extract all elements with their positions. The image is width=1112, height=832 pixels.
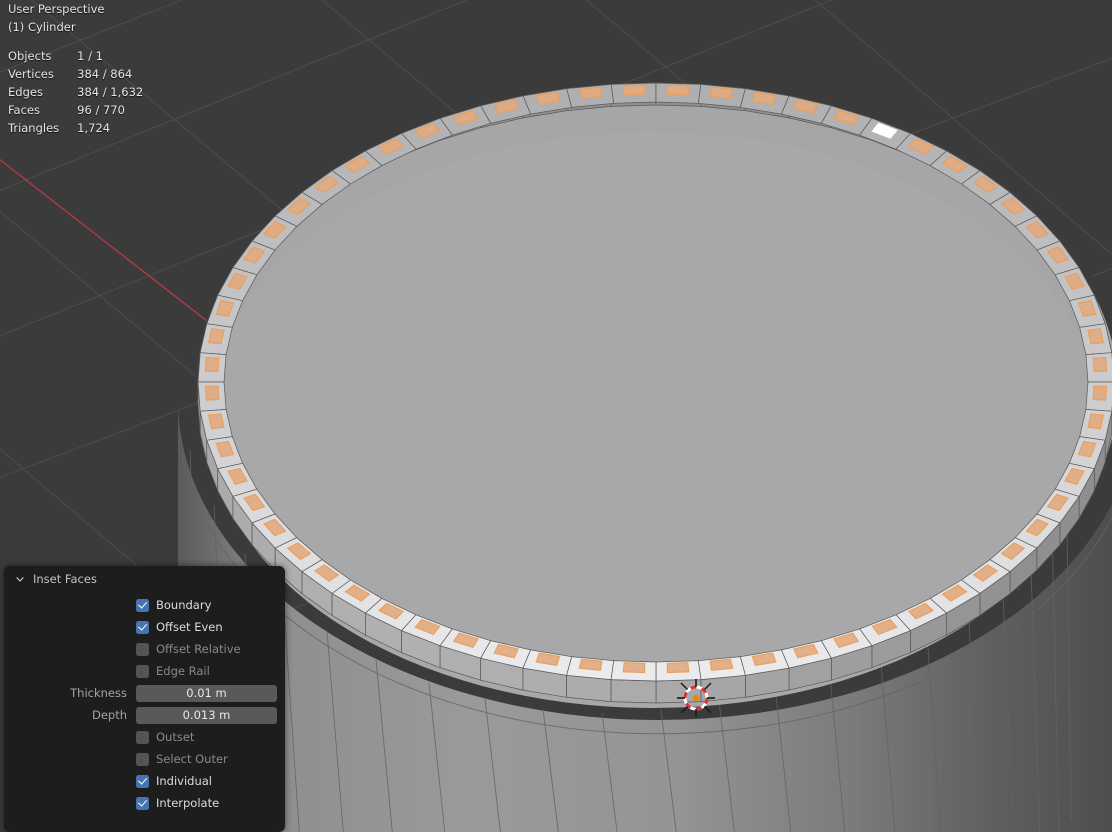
3d-cursor-icon xyxy=(677,679,715,717)
selected-inset-face xyxy=(578,658,603,671)
checkbox-row-outset[interactable]: Outset xyxy=(12,726,277,748)
checkbox-row-individual[interactable]: Individual xyxy=(12,770,277,792)
selected-inset-face xyxy=(207,413,225,430)
checkbox-edge-rail[interactable] xyxy=(136,664,149,678)
checkbox-offset-relative[interactable] xyxy=(136,642,149,656)
panel-header[interactable]: Inset Faces xyxy=(4,566,285,592)
checkbox-row-offset-relative[interactable]: Offset Relative xyxy=(12,638,277,660)
viewport-3d[interactable]: User Perspective (1) Cylinder Objects 1 /… xyxy=(0,0,1112,832)
checkbox-row-boundary[interactable]: Boundary xyxy=(12,594,277,616)
rim-outer-facet xyxy=(610,679,657,704)
selected-inset-face xyxy=(666,84,690,96)
selected-inset-face xyxy=(709,658,734,671)
selected-inset-face xyxy=(709,86,734,99)
number-field-depth[interactable]: 0.013 m xyxy=(136,706,277,724)
checkbox-outset[interactable] xyxy=(136,730,149,744)
checkbox-offset-even[interactable] xyxy=(136,620,149,634)
selected-inset-face xyxy=(204,385,220,401)
panel-body: Boundary Offset Even Offset Relative Edge R… xyxy=(4,592,285,814)
checkbox-label: Individual xyxy=(156,774,213,788)
field-row-depth[interactable]: Depth 0.013 m xyxy=(12,704,277,726)
selected-inset-face xyxy=(622,84,646,96)
operator-redo-panel[interactable]: Inset Faces Boundary Offset Even Offset Re… xyxy=(4,566,285,832)
checkbox-interpolate[interactable] xyxy=(136,796,149,810)
checkbox-label: Interpolate xyxy=(156,796,220,810)
selected-inset-face xyxy=(666,662,690,674)
panel-title: Inset Faces xyxy=(33,572,97,586)
number-field-thickness[interactable]: 0.01 m xyxy=(136,684,277,702)
checkbox-label: Edge Rail xyxy=(156,664,210,678)
field-row-thickness[interactable]: Thickness 0.01 m xyxy=(12,682,277,704)
checkbox-boundary[interactable] xyxy=(136,598,149,612)
checkbox-row-select-outer[interactable]: Select Outer xyxy=(12,748,277,770)
field-label-depth: Depth xyxy=(91,708,127,722)
checkbox-select-outer[interactable] xyxy=(136,752,149,766)
field-label-thickness: Thickness xyxy=(70,686,127,700)
selected-inset-face xyxy=(578,86,603,99)
selected-inset-face xyxy=(1092,356,1108,373)
checkbox-row-interpolate[interactable]: Interpolate xyxy=(12,792,277,814)
checkbox-label: Boundary xyxy=(156,598,212,612)
checkbox-row-edge-rail[interactable]: Edge Rail xyxy=(12,660,277,682)
chevron-down-icon[interactable] xyxy=(14,573,26,585)
checkbox-label: Select Outer xyxy=(156,752,228,766)
checkbox-label: Outset xyxy=(156,730,195,744)
checkbox-row-offset-even[interactable]: Offset Even xyxy=(12,616,277,638)
selected-inset-face xyxy=(204,356,220,373)
checkbox-label: Offset Relative xyxy=(156,642,241,656)
selected-inset-face xyxy=(1092,385,1108,401)
selected-inset-face xyxy=(622,662,646,674)
selected-inset-face xyxy=(1087,328,1105,345)
selected-inset-face xyxy=(1087,413,1105,430)
selected-inset-face xyxy=(207,328,225,345)
checkbox-individual[interactable] xyxy=(136,774,149,788)
checkbox-label: Offset Even xyxy=(156,620,223,634)
